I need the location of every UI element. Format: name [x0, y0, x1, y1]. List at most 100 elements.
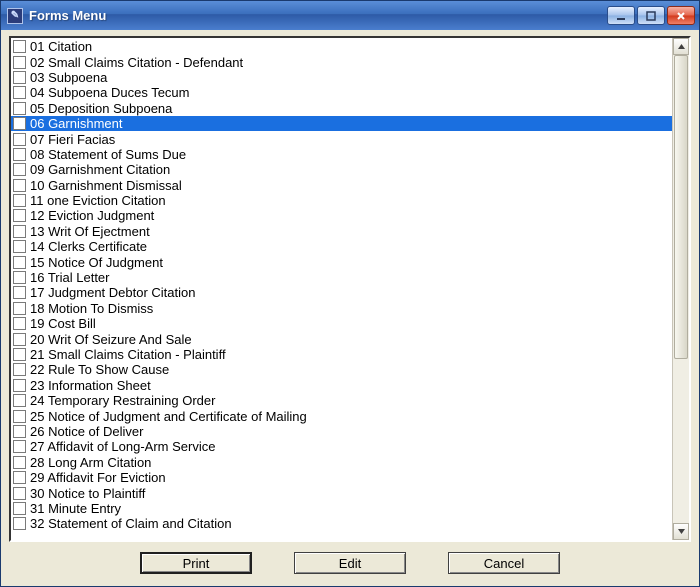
list-item-label: 20 Writ Of Seizure And Sale: [30, 333, 192, 346]
list-item[interactable]: 15 Notice Of Judgment: [11, 254, 672, 269]
checkbox[interactable]: [13, 502, 26, 515]
checkbox[interactable]: [13, 133, 26, 146]
checkbox[interactable]: [13, 517, 26, 530]
checkbox[interactable]: [13, 363, 26, 376]
list-item[interactable]: 22 Rule To Show Cause: [11, 362, 672, 377]
list-item[interactable]: 31 Minute Entry: [11, 501, 672, 516]
list-item[interactable]: 03 Subpoena: [11, 70, 672, 85]
list-item-label: 15 Notice Of Judgment: [30, 256, 163, 269]
list-item-label: 32 Statement of Claim and Citation: [30, 517, 232, 530]
checkbox[interactable]: [13, 56, 26, 69]
list-item[interactable]: 26 Notice of Deliver: [11, 424, 672, 439]
checkbox[interactable]: [13, 148, 26, 161]
scroll-thumb[interactable]: [674, 55, 688, 359]
list-item[interactable]: 24 Temporary Restraining Order: [11, 393, 672, 408]
list-item[interactable]: 17 Judgment Debtor Citation: [11, 285, 672, 300]
checkbox[interactable]: [13, 394, 26, 407]
list-item[interactable]: 11 one Eviction Citation: [11, 193, 672, 208]
checkbox[interactable]: [13, 440, 26, 453]
checkbox[interactable]: [13, 471, 26, 484]
checkbox[interactable]: [13, 286, 26, 299]
checkbox[interactable]: [13, 410, 26, 423]
list-item[interactable]: 06 Garnishment: [11, 116, 672, 131]
checkbox[interactable]: [13, 86, 26, 99]
checkbox[interactable]: [13, 256, 26, 269]
list-item-label: 02 Small Claims Citation - Defendant: [30, 56, 243, 69]
list-item[interactable]: 02 Small Claims Citation - Defendant: [11, 54, 672, 69]
list-item[interactable]: 21 Small Claims Citation - Plaintiff: [11, 347, 672, 362]
list-item[interactable]: 07 Fieri Facias: [11, 131, 672, 146]
list-item[interactable]: 29 Affidavit For Eviction: [11, 470, 672, 485]
list-item[interactable]: 04 Subpoena Duces Tecum: [11, 85, 672, 100]
list-item-label: 16 Trial Letter: [30, 271, 110, 284]
list-item[interactable]: 08 Statement of Sums Due: [11, 147, 672, 162]
list-item[interactable]: 32 Statement of Claim and Citation: [11, 516, 672, 531]
checkbox[interactable]: [13, 487, 26, 500]
window-title: Forms Menu: [29, 8, 607, 23]
checkbox[interactable]: [13, 71, 26, 84]
forms-list-container: 01 Citation 02 Small Claims Citation - De…: [9, 36, 691, 542]
list-item[interactable]: 30 Notice to Plaintiff: [11, 485, 672, 500]
list-item-label: 01 Citation: [30, 40, 92, 53]
edit-button[interactable]: Edit: [294, 552, 406, 574]
list-item[interactable]: 16 Trial Letter: [11, 270, 672, 285]
checkbox[interactable]: [13, 194, 26, 207]
checkbox[interactable]: [13, 317, 26, 330]
list-item-label: 07 Fieri Facias: [30, 133, 115, 146]
cancel-button[interactable]: Cancel: [448, 552, 560, 574]
checkbox[interactable]: [13, 240, 26, 253]
scroll-down-button[interactable]: [673, 523, 689, 540]
list-item[interactable]: 14 Clerks Certificate: [11, 239, 672, 254]
list-item-label: 21 Small Claims Citation - Plaintiff: [30, 348, 226, 361]
list-item[interactable]: 12 Eviction Judgment: [11, 208, 672, 223]
scroll-up-button[interactable]: [673, 38, 689, 55]
list-item[interactable]: 01 Citation: [11, 39, 672, 54]
close-button[interactable]: [667, 6, 695, 25]
list-item-label: 10 Garnishment Dismissal: [30, 179, 182, 192]
list-item[interactable]: 13 Writ Of Ejectment: [11, 224, 672, 239]
scroll-track[interactable]: [673, 55, 689, 523]
checkbox[interactable]: [13, 102, 26, 115]
print-button[interactable]: Print: [140, 552, 252, 574]
list-item[interactable]: 27 Affidavit of Long-Arm Service: [11, 439, 672, 454]
maximize-icon: [646, 11, 656, 21]
forms-list[interactable]: 01 Citation 02 Small Claims Citation - De…: [11, 38, 672, 540]
checkbox[interactable]: [13, 271, 26, 284]
list-item[interactable]: 28 Long Arm Citation: [11, 455, 672, 470]
list-item-label: 27 Affidavit of Long-Arm Service: [30, 440, 215, 453]
checkbox[interactable]: [13, 225, 26, 238]
checkbox[interactable]: [13, 425, 26, 438]
list-item-label: 26 Notice of Deliver: [30, 425, 143, 438]
list-item[interactable]: 23 Information Sheet: [11, 378, 672, 393]
list-item[interactable]: 10 Garnishment Dismissal: [11, 178, 672, 193]
checkbox[interactable]: [13, 40, 26, 53]
list-item[interactable]: 18 Motion To Dismiss: [11, 301, 672, 316]
checkbox[interactable]: [13, 302, 26, 315]
checkbox[interactable]: [13, 333, 26, 346]
checkbox[interactable]: [13, 379, 26, 392]
list-item[interactable]: 19 Cost Bill: [11, 316, 672, 331]
list-item-label: 12 Eviction Judgment: [30, 209, 154, 222]
checkbox[interactable]: [13, 209, 26, 222]
titlebar: ✎ Forms Menu: [1, 1, 699, 30]
checkbox[interactable]: [13, 163, 26, 176]
list-item[interactable]: 20 Writ Of Seizure And Sale: [11, 331, 672, 346]
vertical-scrollbar[interactable]: [672, 38, 689, 540]
list-item-label: 31 Minute Entry: [30, 502, 121, 515]
list-item[interactable]: 25 Notice of Judgment and Certificate of…: [11, 408, 672, 423]
list-item[interactable]: 09 Garnishment Citation: [11, 162, 672, 177]
list-item-label: 04 Subpoena Duces Tecum: [30, 86, 189, 99]
checkbox[interactable]: [13, 348, 26, 361]
list-item-label: 19 Cost Bill: [30, 317, 96, 330]
maximize-button[interactable]: [637, 6, 665, 25]
list-item-label: 23 Information Sheet: [30, 379, 151, 392]
minimize-button[interactable]: [607, 6, 635, 25]
list-item-label: 09 Garnishment Citation: [30, 163, 170, 176]
list-item[interactable]: 05 Deposition Subpoena: [11, 101, 672, 116]
checkbox[interactable]: [13, 179, 26, 192]
checkbox[interactable]: [13, 456, 26, 469]
list-item-label: 08 Statement of Sums Due: [30, 148, 186, 161]
checkbox[interactable]: [13, 117, 26, 130]
list-item-label: 17 Judgment Debtor Citation: [30, 286, 195, 299]
list-item-label: 25 Notice of Judgment and Certificate of…: [30, 410, 307, 423]
